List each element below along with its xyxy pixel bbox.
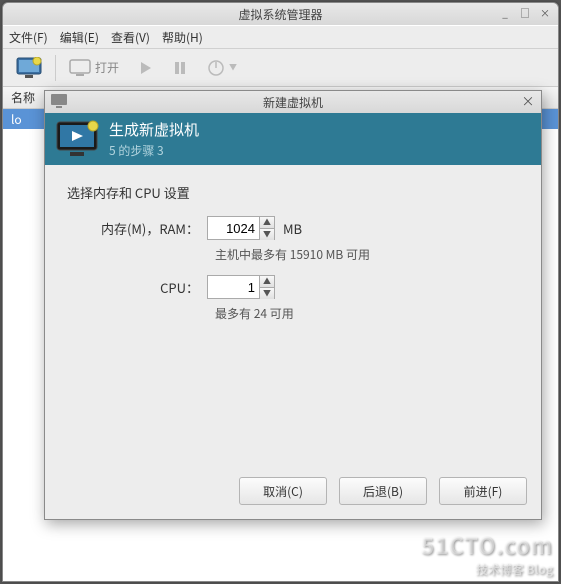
ram-label: 内存(M)，RAM：: [67, 219, 207, 238]
open-vm-button[interactable]: 打开: [62, 55, 126, 81]
power-button[interactable]: ▼: [200, 55, 244, 81]
pause-icon: [173, 61, 187, 75]
dialog-title: 新建虚拟机: [263, 94, 323, 111]
menu-help[interactable]: 帮助(H): [162, 29, 203, 46]
cpu-spin-buttons: ▲ ▼: [259, 275, 275, 299]
window-controls: _ □ ×: [498, 5, 552, 20]
cpu-input[interactable]: [207, 275, 259, 299]
ram-input[interactable]: [207, 216, 259, 240]
dialog-header-title: 生成新虚拟机: [109, 119, 199, 140]
dialog-step-label: 5 的步骤 3: [109, 142, 199, 159]
menu-file[interactable]: 文件(F): [9, 29, 48, 46]
ram-spinbox: ▲ ▼: [207, 216, 275, 240]
menu-view[interactable]: 查看(V): [111, 29, 150, 46]
dialog-close-button[interactable]: ×: [521, 94, 535, 108]
dialog-button-row: 取消(C) 后退(B) 前进(F): [239, 477, 527, 505]
column-name-label: 名称: [11, 89, 35, 106]
maximize-button[interactable]: □: [518, 5, 532, 20]
ram-spin-down[interactable]: ▼: [260, 229, 274, 240]
play-button[interactable]: [132, 57, 160, 79]
cpu-spin-up[interactable]: ▲: [260, 276, 274, 288]
menubar: 文件(F) 编辑(E) 查看(V) 帮助(H): [3, 25, 558, 49]
main-titlebar: 虚拟系统管理器 _ □ ×: [3, 3, 558, 25]
ram-unit: MB: [283, 219, 302, 238]
dropdown-arrow-icon: ▼: [229, 62, 237, 73]
dialog-header-icon: [55, 120, 99, 158]
toolbar: 打开 ▼: [3, 49, 558, 87]
pause-button[interactable]: [166, 57, 194, 79]
main-title: 虚拟系统管理器: [238, 6, 322, 23]
ram-hint: 主机中最多有 15910 MB 可用: [215, 246, 519, 263]
vm-list-row-text: lo: [11, 111, 22, 128]
new-vm-dialog: 新建虚拟机 × 生成新虚拟机 5 的步骤 3 选择内存和 CPU 设置 内存(M…: [44, 90, 542, 520]
ram-spin-buttons: ▲ ▼: [259, 216, 275, 240]
cpu-spin-down[interactable]: ▼: [260, 288, 274, 299]
dialog-header-text: 生成新虚拟机 5 的步骤 3: [109, 119, 199, 159]
ram-row: 内存(M)，RAM： ▲ ▼ MB: [67, 216, 519, 240]
cancel-button[interactable]: 取消(C): [239, 477, 327, 505]
monitor-small-icon: [69, 59, 91, 77]
forward-button[interactable]: 前进(F): [439, 477, 527, 505]
cpu-hint: 最多有 24 可用: [215, 305, 519, 322]
cpu-spinbox: ▲ ▼: [207, 275, 275, 299]
dialog-header: 生成新虚拟机 5 的步骤 3: [45, 113, 541, 165]
power-icon: [207, 59, 225, 77]
monitor-icon: [16, 57, 42, 79]
menu-edit[interactable]: 编辑(E): [60, 29, 99, 46]
dialog-body: 选择内存和 CPU 设置 内存(M)，RAM： ▲ ▼ MB 主机中最多有 15…: [45, 165, 541, 352]
dialog-titlebar: 新建虚拟机 ×: [45, 91, 541, 113]
play-icon: [139, 61, 153, 75]
toolbar-separator: [55, 55, 56, 81]
cpu-label: CPU：: [67, 278, 207, 297]
minimize-button[interactable]: _: [498, 5, 512, 20]
cpu-row: CPU： ▲ ▼: [67, 275, 519, 299]
create-vm-button[interactable]: [9, 53, 49, 83]
open-label: 打开: [95, 59, 119, 76]
back-button[interactable]: 后退(B): [339, 477, 427, 505]
close-window-button[interactable]: ×: [538, 5, 552, 20]
dialog-app-icon: [51, 94, 67, 108]
memory-cpu-section-label: 选择内存和 CPU 设置: [67, 183, 519, 202]
ram-spin-up[interactable]: ▲: [260, 217, 274, 229]
